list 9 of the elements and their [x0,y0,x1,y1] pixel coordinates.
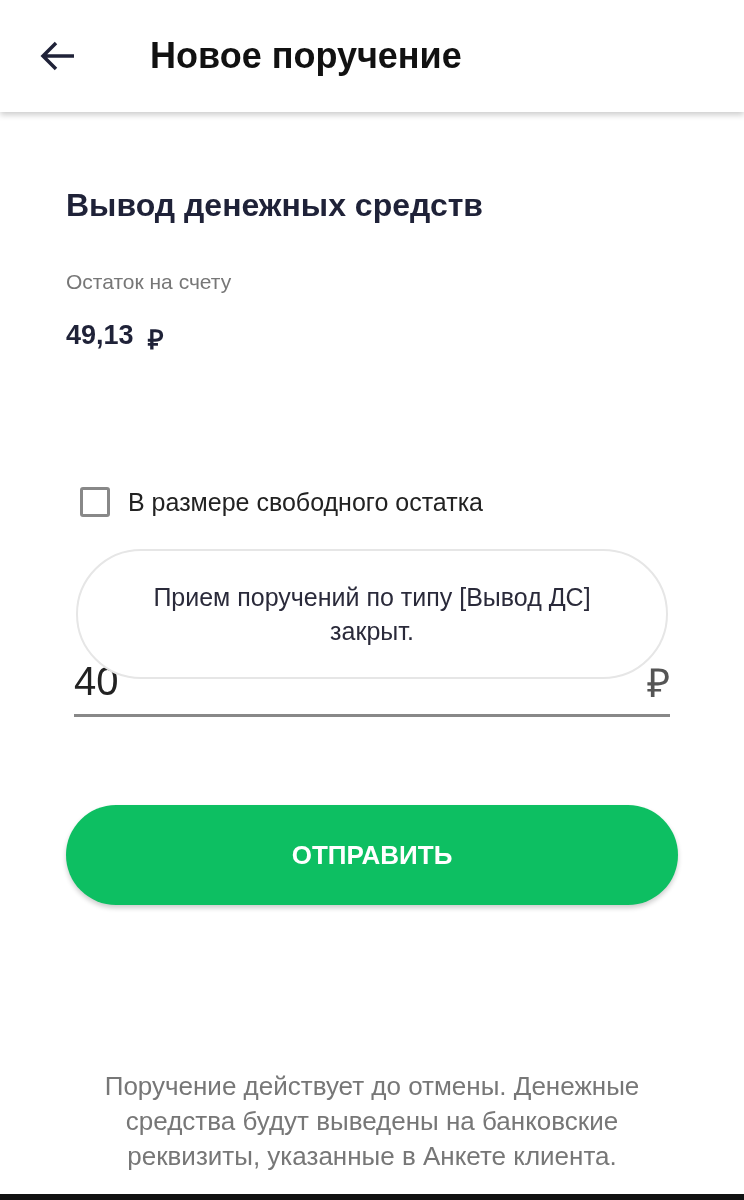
screen-title: Новое поручение [150,35,462,77]
footer-note: Поручение действует до отмены. Денежные средства будут выведены на банковские реквизиты, указанные в Анкете клиента. [103,1070,641,1173]
balance-value: 49,13 [66,320,134,352]
checkbox-label[interactable]: В размере свободного остатка [128,487,484,517]
back-arrow-icon[interactable] [40,41,76,71]
checkbox[interactable] [80,487,110,517]
section-title: Вывод денежных средств [66,187,485,224]
currency-sign: ₽ [147,324,164,357]
balance-label: Остаток на счету [66,270,233,294]
